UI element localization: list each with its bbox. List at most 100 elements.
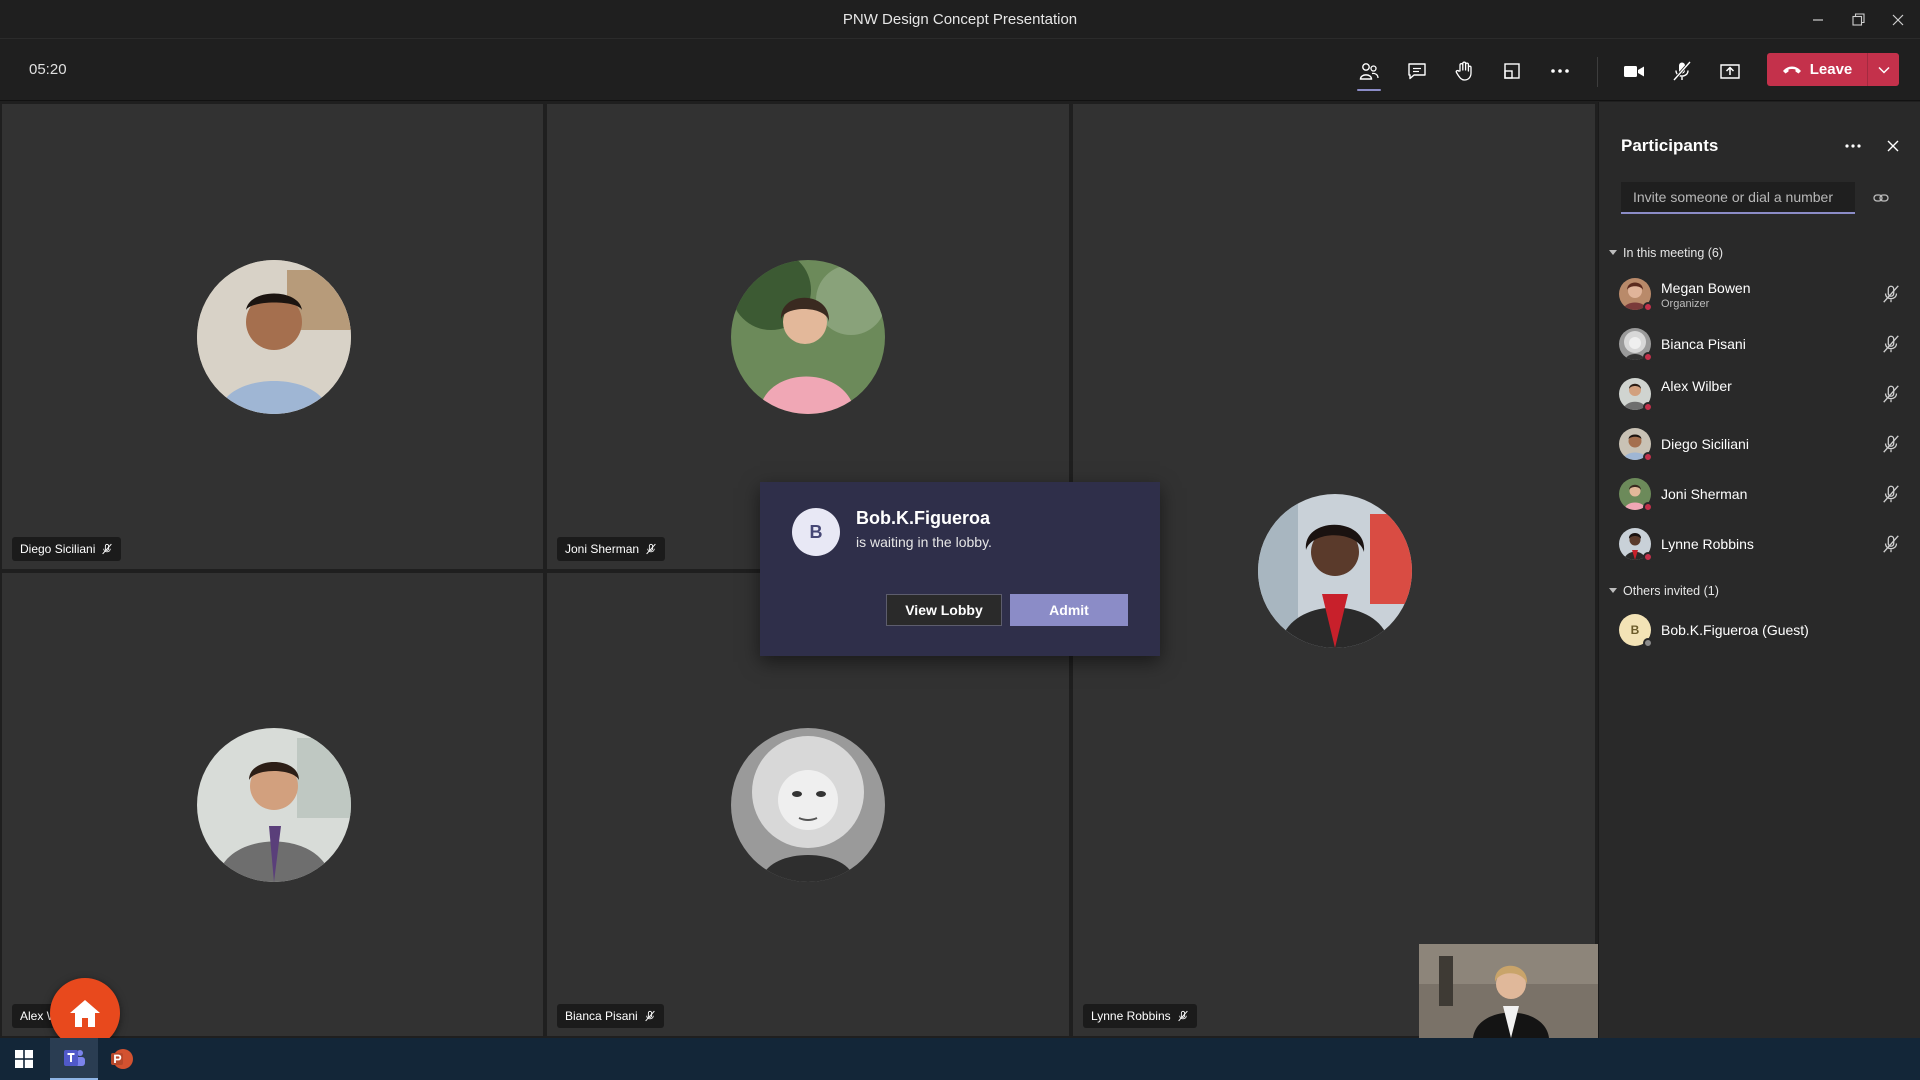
participant-row[interactable]: Alex Wilber <box>1619 372 1909 416</box>
participant-name: Lynne Robbins <box>1091 1009 1171 1023</box>
share-icon <box>1720 64 1740 79</box>
name-tag: Lynne Robbins <box>1083 1004 1197 1028</box>
chat-icon <box>1408 63 1426 80</box>
leave-main[interactable]: Leave <box>1767 53 1867 86</box>
meeting-timer: 05:20 <box>29 61 67 78</box>
in-meeting-section-toggle[interactable]: In this meeting (6) <box>1609 246 1723 260</box>
status-dot <box>1643 552 1653 562</box>
avatar <box>731 728 885 882</box>
mic-off-icon <box>1177 1010 1188 1022</box>
camera-button[interactable] <box>1614 51 1654 91</box>
windows-icon <box>15 1050 33 1068</box>
participants-panel: Participants In this meeting (6) Megan B… <box>1598 102 1920 1038</box>
avatar <box>731 260 885 414</box>
others-invited-section-toggle[interactable]: Others invited (1) <box>1609 584 1719 598</box>
panel-close-button[interactable] <box>1879 134 1907 158</box>
avatar <box>197 728 351 882</box>
participant-name: Bianca Pisani <box>565 1009 638 1023</box>
restore-button[interactable] <box>1838 0 1878 39</box>
mic-button[interactable] <box>1662 51 1702 91</box>
participant-row[interactable]: Joni Sherman <box>1619 472 1909 516</box>
participant-name: Diego Siciliani <box>20 542 96 556</box>
start-button[interactable] <box>0 1038 48 1080</box>
panel-more-button[interactable] <box>1839 134 1867 158</box>
participant-row[interactable]: B Bob.K.Figueroa (Guest) <box>1619 608 1909 652</box>
name-tag: Joni Sherman <box>557 537 666 561</box>
lobby-notification: B Bob.K.Figueroa is waiting in the lobby… <box>760 482 1160 656</box>
status-dot <box>1643 302 1653 312</box>
mic-off-icon <box>1672 61 1692 81</box>
window-title: PNW Design Concept Presentation <box>842 11 1078 28</box>
mic-off-icon <box>102 543 113 555</box>
mic-off-icon <box>1883 285 1899 303</box>
layout-icon <box>1504 63 1520 79</box>
title-bar: PNW Design Concept Presentation <box>0 0 1920 39</box>
video-tile-alex[interactable]: Alex Wilber <box>0 571 545 1038</box>
share-button[interactable] <box>1710 51 1750 91</box>
mic-off-icon <box>1883 335 1899 353</box>
meeting-toolbar: 05:20 Leave <box>0 39 1920 101</box>
raise-hand-icon <box>1455 61 1472 81</box>
participant-name: Joni Sherman <box>1661 486 1748 502</box>
mic-off-icon <box>1883 485 1899 503</box>
mic-off-icon <box>1883 385 1899 403</box>
view-lobby-button[interactable]: View Lobby <box>886 594 1002 626</box>
lobby-message: is waiting in the lobby. <box>856 534 992 550</box>
more-icon <box>1845 144 1861 148</box>
name-tag: Diego Siciliani <box>12 537 122 561</box>
leave-label: Leave <box>1809 61 1853 78</box>
status-dot <box>1643 352 1653 362</box>
participant-row[interactable]: Megan Bowen Organizer <box>1619 272 1909 316</box>
taskbar-powerpoint[interactable] <box>98 1038 146 1080</box>
status-dot <box>1643 452 1653 462</box>
camera-icon <box>1624 66 1644 77</box>
participant-row[interactable]: Lynne Robbins <box>1619 522 1909 566</box>
layout-button[interactable] <box>1492 51 1532 91</box>
self-view[interactable] <box>1419 944 1598 1038</box>
participant-row[interactable]: Bianca Pisani <box>1619 322 1909 366</box>
restore-icon <box>1851 13 1865 26</box>
avatar <box>197 260 351 414</box>
taskbar-teams[interactable] <box>50 1038 98 1080</box>
participant-name: Diego Siciliani <box>1661 436 1749 452</box>
toolbar-divider <box>1597 57 1598 87</box>
close-icon <box>1887 140 1899 152</box>
more-icon <box>1551 69 1569 73</box>
participant-name: Bob.K.Figueroa (Guest) <box>1661 622 1809 638</box>
minimize-button[interactable] <box>1798 0 1838 39</box>
status-dot <box>1643 402 1653 412</box>
close-window-button[interactable] <box>1878 0 1918 39</box>
invite-input[interactable] <box>1621 182 1855 214</box>
participant-name: Bianca Pisani <box>1661 336 1746 352</box>
chat-button[interactable] <box>1397 51 1437 91</box>
participant-name: Lynne Robbins <box>1661 536 1754 552</box>
participants-button[interactable] <box>1349 51 1389 91</box>
others-invited-label: Others invited (1) <box>1623 584 1719 598</box>
lobby-person-name: Bob.K.Figueroa <box>856 508 990 528</box>
share-invite-button[interactable] <box>1869 188 1893 208</box>
home-icon <box>70 1000 100 1027</box>
leave-button[interactable]: Leave <box>1767 53 1899 86</box>
lobby-avatar: B <box>792 508 840 556</box>
link-icon <box>1873 194 1889 202</box>
participant-name: Megan Bowen <box>1661 280 1751 296</box>
participant-name: Joni Sherman <box>565 542 640 556</box>
mic-off-icon <box>1883 535 1899 553</box>
more-actions-button[interactable] <box>1540 51 1580 91</box>
raise-hand-button[interactable] <box>1444 51 1484 91</box>
taskbar <box>0 1038 1920 1080</box>
admit-button[interactable]: Admit <box>1010 594 1128 626</box>
chevron-down-icon <box>1609 250 1617 255</box>
name-tag: Bianca Pisani <box>557 1004 664 1028</box>
minimize-icon <box>1813 18 1823 21</box>
panel-title: Participants <box>1621 136 1719 155</box>
powerpoint-icon <box>111 1049 133 1069</box>
leave-options-button[interactable] <box>1867 53 1899 86</box>
participant-row[interactable]: Diego Siciliani <box>1619 422 1909 466</box>
chevron-down-icon <box>1609 588 1617 593</box>
participant-name: Alex Wilber <box>1661 378 1732 394</box>
mic-off-icon <box>1883 435 1899 453</box>
teams-icon <box>64 1050 85 1066</box>
video-tile-diego[interactable]: Diego Siciliani <box>0 102 545 571</box>
close-icon <box>1892 14 1904 25</box>
